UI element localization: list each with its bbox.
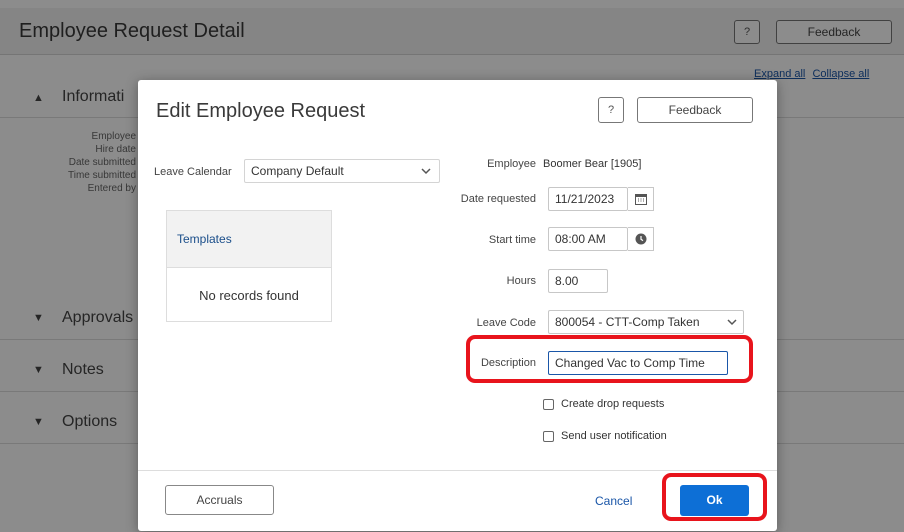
create-drop-requests-label: Create drop requests — [561, 398, 665, 410]
templates-header: Templates — [167, 211, 331, 268]
leave-calendar-value: Company Default — [251, 164, 344, 178]
leave-calendar-label: Leave Calendar — [154, 166, 232, 178]
hours-input[interactable]: 8.00 — [548, 269, 608, 293]
leave-calendar-select[interactable]: Company Default — [244, 159, 440, 183]
employee-label: Employee — [487, 158, 536, 170]
employee-value: Boomer Bear [1905] — [543, 158, 642, 170]
dialog-feedback-button[interactable]: Feedback — [637, 97, 753, 123]
hours-label: Hours — [506, 275, 536, 287]
create-drop-requests-option[interactable]: Create drop requests — [543, 398, 664, 410]
dialog-help-button[interactable]: ? — [598, 97, 624, 123]
dialog-title: Edit Employee Request — [156, 100, 366, 122]
edit-request-dialog: Edit Employee Request ? Feedback Leave C… — [138, 80, 777, 531]
dialog-footer-divider — [138, 470, 777, 471]
send-user-notification-option[interactable]: Send user notification — [543, 430, 667, 442]
date-requested-input[interactable]: 11/21/2023 — [548, 187, 628, 211]
clock-icon[interactable] — [628, 227, 654, 251]
accruals-button[interactable]: Accruals — [165, 485, 274, 515]
create-drop-requests-checkbox[interactable] — [543, 398, 554, 410]
send-user-notification-label: Send user notification — [561, 430, 667, 442]
send-user-notification-checkbox[interactable] — [543, 430, 554, 442]
leave-code-label: Leave Code — [476, 317, 536, 329]
date-requested-label: Date requested — [460, 193, 536, 205]
chevron-down-icon — [727, 311, 737, 333]
templates-empty-message: No records found — [199, 288, 299, 303]
cancel-button[interactable]: Cancel — [595, 494, 632, 508]
templates-panel: Templates No records found — [166, 210, 332, 322]
chevron-down-icon — [421, 160, 431, 182]
leave-code-select[interactable]: 800054 - CTT-Comp Taken — [548, 310, 744, 334]
leave-code-value: 800054 - CTT-Comp Taken — [555, 315, 700, 329]
ok-highlight — [662, 473, 767, 521]
calendar-icon[interactable] — [628, 187, 654, 211]
start-time-input[interactable]: 08:00 AM — [548, 227, 628, 251]
description-highlight — [466, 335, 753, 383]
start-time-label: Start time — [488, 234, 536, 246]
